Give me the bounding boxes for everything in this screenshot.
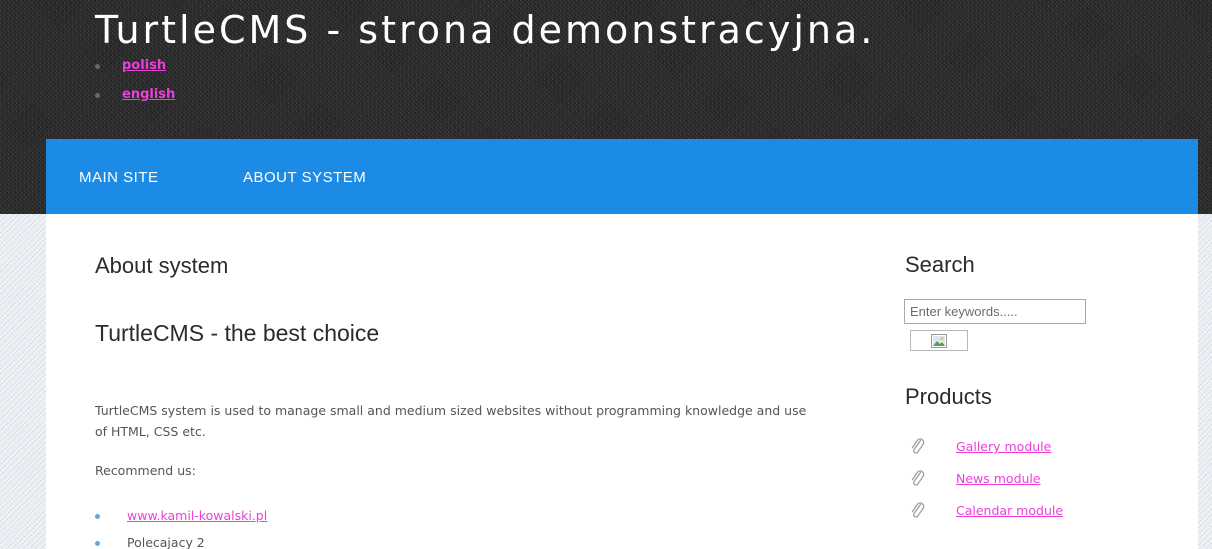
- page-heading: About system: [95, 253, 229, 278]
- language-item-english: english: [95, 84, 175, 113]
- main-navigation: MAIN SITE ABOUT SYSTEM: [46, 139, 1198, 214]
- search-button[interactable]: [910, 330, 968, 351]
- site-title: TurtleCMS - strona demonstracyjna.: [95, 8, 876, 52]
- nav-item-about-system[interactable]: ABOUT SYSTEM: [243, 169, 366, 186]
- list-item: Calendar module: [910, 501, 1063, 533]
- product-link-news[interactable]: News module: [956, 471, 1041, 486]
- products-list: Gallery module News module Calendar modu…: [910, 437, 1063, 533]
- product-link-calendar[interactable]: Calendar module: [956, 503, 1063, 518]
- article-body: TurtleCMS system is used to manage small…: [95, 403, 807, 439]
- language-link-polish[interactable]: polish: [122, 58, 166, 73]
- recommend-text-polecajacy: Polecajacy 2: [127, 535, 205, 549]
- list-item: Gallery module: [910, 437, 1063, 469]
- paperclip-icon: [911, 470, 925, 486]
- list-item: Polecajacy 2: [95, 533, 267, 549]
- paperclip-icon: [911, 438, 925, 454]
- recommend-list: www.kamil-kowalski.pl Polecajacy 2: [95, 506, 267, 549]
- list-item: www.kamil-kowalski.pl: [95, 506, 267, 533]
- article-title: TurtleCMS - the best choice: [95, 320, 380, 346]
- content-area: About system TurtleCMS - the best choice…: [46, 214, 1198, 549]
- language-list: polish english: [95, 55, 175, 113]
- product-link-gallery[interactable]: Gallery module: [956, 439, 1051, 454]
- search-input[interactable]: [904, 299, 1086, 324]
- nav-item-main-site[interactable]: MAIN SITE: [79, 169, 159, 186]
- products-heading: Products: [905, 384, 992, 409]
- broken-image-icon: [931, 334, 947, 348]
- language-link-english[interactable]: english: [122, 87, 175, 102]
- recommend-link-kamil-kowalski[interactable]: www.kamil-kowalski.pl: [127, 508, 267, 523]
- recommend-label: Recommend us:: [95, 463, 196, 478]
- bullet-icon: [95, 514, 100, 519]
- bullet-icon: [95, 541, 100, 546]
- search-heading: Search: [905, 252, 975, 277]
- bullet-icon: [95, 64, 100, 69]
- bullet-icon: [95, 93, 100, 98]
- paperclip-icon: [911, 502, 925, 518]
- language-item-polish: polish: [95, 55, 175, 84]
- list-item: News module: [910, 469, 1063, 501]
